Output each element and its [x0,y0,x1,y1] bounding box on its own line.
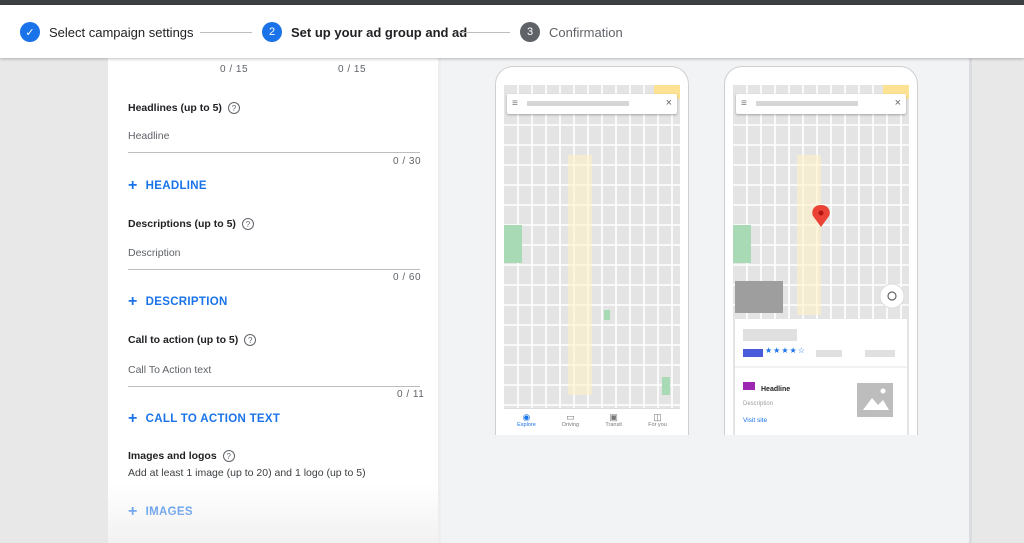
map-search-bar[interactable]: ≡ × [507,94,677,114]
phone-preview-explore: ≡ × ◉ Explore ▭ Driving ▣ Transit ◫ For … [495,66,689,435]
descriptions-title-text: Descriptions (up to 5) [128,218,236,230]
category-placeholder [865,350,895,357]
listing-thumbnail [735,281,783,313]
plus-icon: + [128,293,138,310]
add-call-to-action-button[interactable]: + CALL TO ACTION TEXT [128,411,280,427]
images-title-text: Images and logos [128,450,217,462]
descriptions-title: Descriptions (up to 5) ? [128,218,254,230]
campaign-stepper: ✓ Select campaign settings 2 Set up your… [0,5,1024,58]
add-call-to-action-label: CALL TO ACTION TEXT [145,413,281,425]
char-counter: 0 / 15 [220,64,249,75]
call-to-action-title: Call to action (up to 5) ? [128,334,257,346]
step-connector [200,32,252,33]
step-select-campaign-settings[interactable]: ✓ Select campaign settings [20,22,194,42]
map-graphic [504,85,680,435]
images-subtitle: Add at least 1 image (up to 20) and 1 lo… [128,467,366,479]
call-to-action-title-text: Call to action (up to 5) [128,334,239,346]
help-icon[interactable]: ? [241,218,254,230]
plus-icon: + [128,177,138,194]
step-confirmation[interactable]: 3 Confirmation [520,22,623,42]
add-description-button[interactable]: + DESCRIPTION [128,294,228,310]
for-you-icon: ◫ [653,412,662,422]
nav-label: For you [648,422,667,428]
close-icon[interactable]: × [666,97,672,109]
headline-input[interactable]: Headline [128,130,420,153]
nav-label: Driving [562,422,580,428]
call-to-action-placeholder: Call To Action text [128,364,212,376]
ad-description-text: Description [743,401,774,407]
nav-for-you[interactable]: ◫ For you [648,409,667,435]
visit-site-link[interactable]: Visit site [743,417,767,424]
images-and-logos-title: Images and logos ? [128,450,235,462]
headlines-title-text: Headlines (up to 5) [128,102,222,114]
add-images-button[interactable]: + IMAGES [128,504,193,520]
highway-corridor [568,155,592,395]
explore-icon: ◉ [522,412,531,422]
my-location-button [879,283,905,309]
nav-driving[interactable]: ▭ Driving [562,409,579,435]
nav-label: Transit [605,422,622,428]
close-icon[interactable]: × [895,97,901,109]
ad-headline-text: Headline [761,386,791,393]
add-images-label: IMAGES [145,506,193,518]
headline-char-counter: 0 / 30 [393,156,422,167]
add-description-label: DESCRIPTION [145,296,228,308]
headlines-title: Headlines (up to 5) ? [128,102,240,114]
step-connector [458,32,510,33]
help-icon[interactable]: ? [222,450,235,462]
search-placeholder-bar [527,101,629,106]
plus-icon: + [128,410,138,427]
check-icon: ✓ [20,22,40,42]
step-label: Select campaign settings [49,24,194,40]
step-number-badge: 2 [262,22,282,42]
description-char-counter: 0 / 60 [393,272,422,283]
help-icon[interactable]: ? [244,334,257,346]
park-area [662,377,670,395]
nav-label: Explore [517,422,536,428]
nav-transit[interactable]: ▣ Transit [605,409,622,435]
transit-icon: ▣ [609,412,618,422]
map-graphic [733,85,909,435]
step-label: Set up your ad group and ad [291,24,468,40]
step-number-badge: 3 [520,22,540,42]
ad-logo-placeholder [743,382,755,390]
add-headline-button[interactable]: + HEADLINE [128,178,207,194]
help-icon[interactable]: ? [227,102,240,114]
right-edge-strip [969,58,972,543]
plus-icon: + [128,503,138,520]
menu-icon[interactable]: ≡ [741,99,747,109]
map-view: ≡ × ★★★★☆ Headline Description Visit sit… [733,85,909,435]
headline-placeholder: Headline [128,130,170,142]
step-label: Confirmation [549,24,623,40]
map-bottom-nav: ◉ Explore ▭ Driving ▣ Transit ◫ For you [504,408,680,435]
star-rating: ★★★★☆ [765,346,806,355]
park-area [604,310,610,320]
ad-form-panel: 0 / 15 0 / 15 Headlines (up to 5) ? Head… [108,58,438,543]
map-search-bar[interactable]: ≡ × [736,94,906,114]
park-area [504,225,522,263]
add-headline-label: HEADLINE [145,180,207,192]
ad-image-placeholder-icon [857,383,893,417]
description-input[interactable]: Description [128,247,420,270]
ad-badge [743,349,763,357]
map-view: ≡ × ◉ Explore ▭ Driving ▣ Transit ◫ For … [504,85,680,435]
driving-icon: ▭ [566,412,575,422]
highway-corridor [797,155,821,315]
nav-explore[interactable]: ◉ Explore [517,409,536,435]
phone-preview-ad-card: ≡ × ★★★★☆ Headline Description Visit sit… [724,66,918,435]
ad-card-title-placeholder [743,329,797,341]
call-to-action-input[interactable]: Call To Action text [128,364,420,387]
menu-icon[interactable]: ≡ [512,99,518,109]
call-to-action-char-counter: 0 / 11 [397,389,425,400]
step-ad-group-and-ad[interactable]: 2 Set up your ad group and ad [262,22,467,42]
park-area [733,225,751,263]
description-placeholder: Description [128,247,181,259]
search-placeholder-bar [756,101,858,106]
char-counter: 0 / 15 [338,64,367,75]
rating-count-placeholder [816,350,842,357]
